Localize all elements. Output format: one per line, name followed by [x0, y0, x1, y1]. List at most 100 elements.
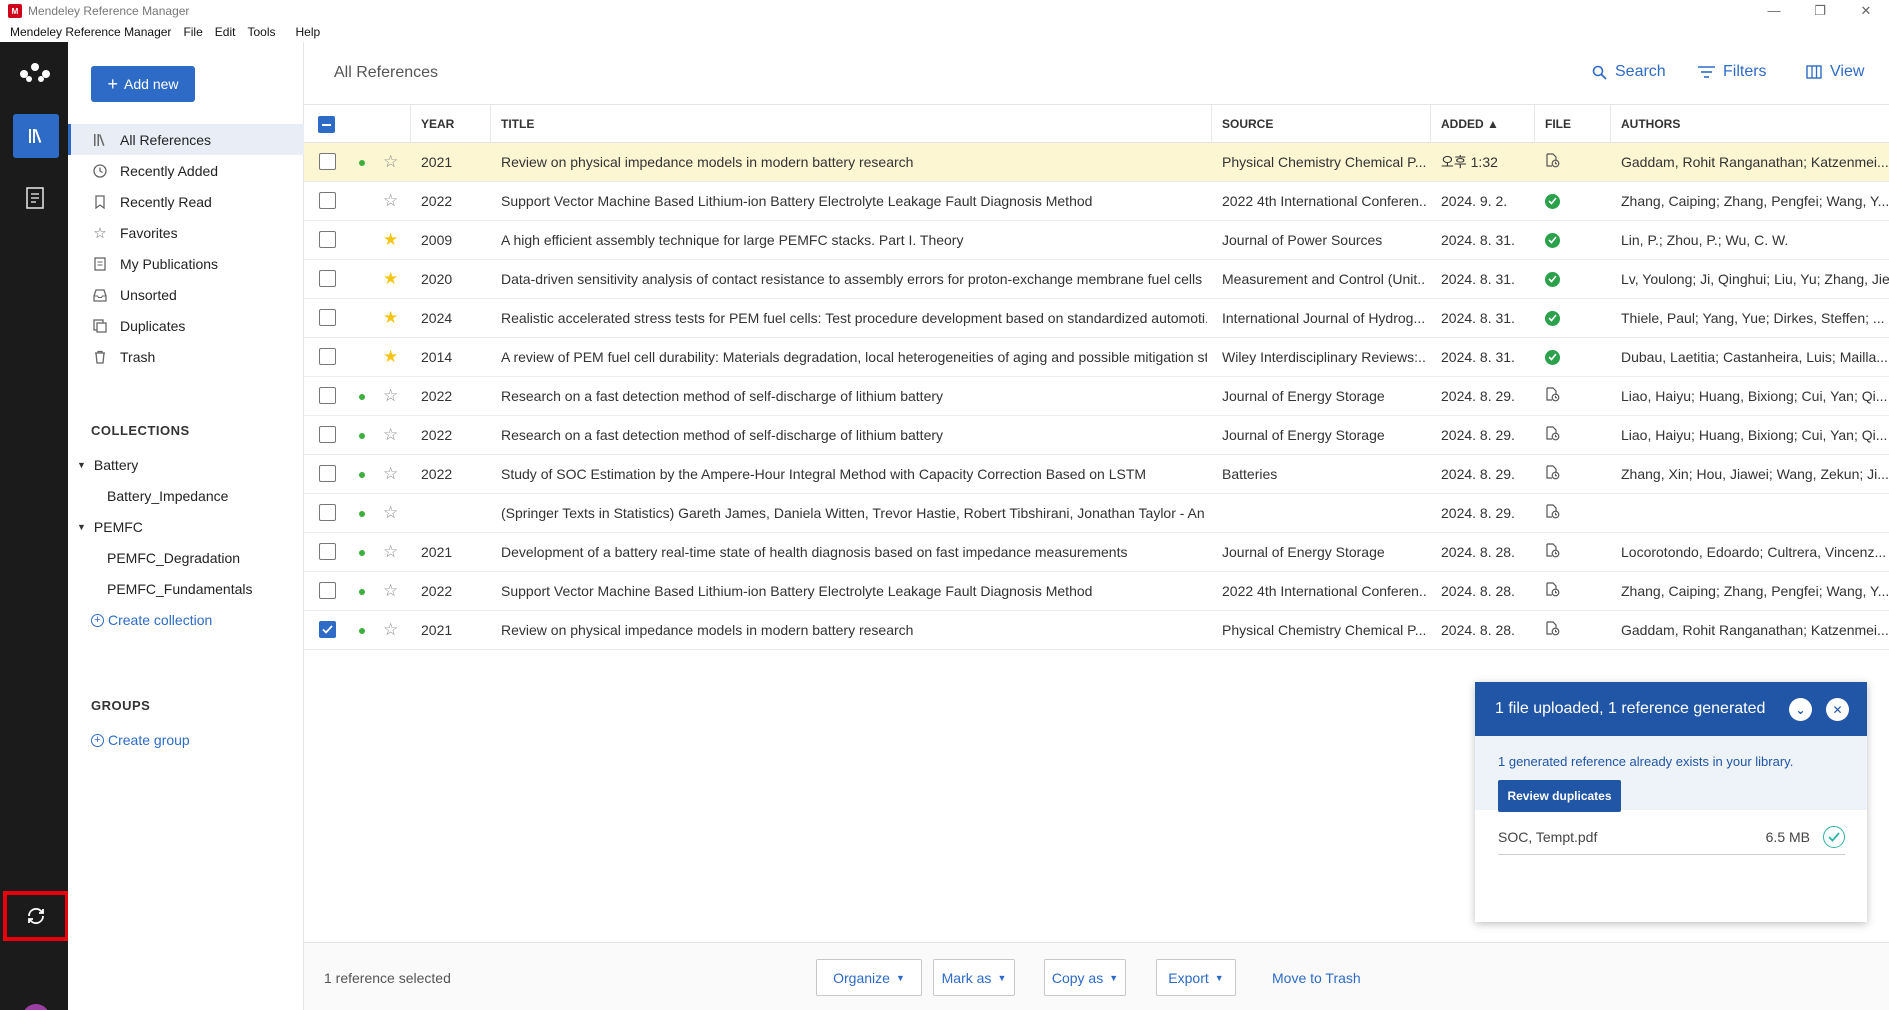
collection-pemfc-degradation[interactable]: PEMFC_Degradation	[68, 542, 304, 573]
row-file[interactable]	[1545, 611, 1605, 649]
table-row[interactable]: ☆ 2021 Review on physical impedance models…	[304, 611, 1889, 650]
favorite-star-icon[interactable]: ☆	[383, 504, 398, 521]
sidebar-item-recently-read[interactable]: Recently Read	[68, 186, 304, 217]
sidebar-item-duplicates[interactable]: Duplicates	[68, 310, 304, 341]
maximize-icon[interactable]: ❐	[1797, 0, 1843, 22]
library-nav-button[interactable]	[13, 114, 59, 158]
row-file[interactable]	[1545, 221, 1605, 259]
avatar[interactable]: HS	[22, 1004, 50, 1010]
column-year[interactable]: YEAR	[410, 105, 494, 143]
table-row[interactable]: ☆ 2022 Support Vector Machine Based Lithiu…	[304, 572, 1889, 611]
row-checkbox[interactable]	[319, 270, 336, 287]
collection-pemfc-fundamentals[interactable]: PEMFC_Fundamentals	[68, 573, 304, 604]
column-added[interactable]: ADDED ▲	[1430, 105, 1534, 143]
search-button[interactable]: Search	[1592, 63, 1666, 81]
row-checkbox[interactable]	[319, 543, 336, 560]
sync-button[interactable]	[3, 891, 69, 941]
export-button[interactable]: Export ▼	[1156, 959, 1236, 996]
favorite-star-icon[interactable]: ★	[383, 309, 398, 326]
row-checkbox[interactable]	[319, 231, 336, 248]
row-file[interactable]	[1545, 260, 1605, 298]
organize-button[interactable]: Organize ▼	[816, 959, 922, 996]
close-icon[interactable]: ✕	[1843, 0, 1889, 22]
table-row[interactable]: ★ 2009 A high efficient assembly technique…	[304, 221, 1889, 260]
favorite-star-icon[interactable]: ☆	[383, 153, 398, 170]
row-checkbox[interactable]	[319, 309, 336, 326]
row-file[interactable]	[1545, 455, 1605, 493]
review-duplicates-button[interactable]: Review duplicates	[1498, 780, 1621, 812]
table-row[interactable]: ☆ 2022 Study of SOC Estimation by the Ampe…	[304, 455, 1889, 494]
row-checkbox[interactable]	[319, 504, 336, 521]
collection-battery-impedance[interactable]: Battery_Impedance	[68, 480, 304, 511]
add-new-button[interactable]: + Add new	[91, 66, 195, 102]
table-row[interactable]: ☆ 2021 Review on physical impedance models…	[304, 143, 1889, 182]
column-authors[interactable]: AUTHORS	[1610, 105, 1889, 143]
view-button[interactable]: View	[1806, 63, 1864, 81]
row-file[interactable]	[1545, 143, 1605, 181]
row-checkbox[interactable]	[319, 387, 336, 404]
table-row[interactable]: ★ 2020 Data-driven sensitivity analysis of…	[304, 260, 1889, 299]
create-collection-link[interactable]: + Create collection	[91, 612, 212, 628]
row-file[interactable]	[1545, 377, 1605, 415]
favorite-star-icon[interactable]: ☆	[383, 465, 398, 482]
row-checkbox[interactable]	[319, 582, 336, 599]
caret-down-icon[interactable]: ▼	[77, 522, 86, 532]
row-file[interactable]	[1545, 494, 1605, 532]
sidebar-item-favorites[interactable]: ☆ Favorites	[68, 217, 304, 248]
row-checkbox[interactable]	[319, 153, 336, 170]
row-file[interactable]	[1545, 182, 1605, 220]
favorite-star-icon[interactable]: ★	[383, 270, 398, 287]
row-checkbox[interactable]	[319, 192, 336, 209]
row-checkbox[interactable]	[319, 621, 336, 638]
sidebar-item-trash[interactable]: Trash	[68, 341, 304, 372]
row-checkbox[interactable]	[319, 426, 336, 443]
select-all-checkbox[interactable]	[318, 116, 335, 133]
sidebar-item-my-publications[interactable]: My Publications	[68, 248, 304, 279]
sidebar-item-recently-added[interactable]: Recently Added	[68, 155, 304, 186]
row-file[interactable]	[1545, 533, 1605, 571]
mark-as-button[interactable]: Mark as ▼	[933, 959, 1015, 996]
collection-pemfc[interactable]: ▼ PEMFC	[68, 511, 304, 542]
copy-as-button[interactable]: Copy as ▼	[1044, 959, 1126, 996]
collection-battery[interactable]: ▼ Battery	[68, 449, 304, 480]
table-row[interactable]: ☆ 2021 Development of a battery real-time …	[304, 533, 1889, 572]
favorite-star-icon[interactable]: ☆	[383, 582, 398, 599]
row-file[interactable]	[1545, 299, 1605, 337]
mendeley-logo-icon[interactable]	[18, 60, 52, 84]
column-file[interactable]: FILE	[1534, 105, 1610, 143]
sidebar-item-unsorted[interactable]: Unsorted	[68, 279, 304, 310]
row-checkbox[interactable]	[319, 348, 336, 365]
favorite-star-icon[interactable]: ☆	[383, 621, 398, 638]
row-checkbox[interactable]	[319, 465, 336, 482]
menu-help[interactable]: Help	[295, 25, 320, 39]
move-to-trash-link[interactable]: Move to Trash	[1272, 970, 1361, 986]
favorite-star-icon[interactable]: ☆	[383, 387, 398, 404]
favorite-star-icon[interactable]: ☆	[383, 192, 398, 209]
close-icon[interactable]: ✕	[1826, 698, 1849, 721]
menu-edit[interactable]: Edit	[215, 25, 236, 39]
column-source[interactable]: SOURCE	[1211, 105, 1429, 143]
menu-tools[interactable]: Tools	[247, 25, 275, 39]
table-row[interactable]: ☆ 2022 Support Vector Machine Based Lithiu…	[304, 182, 1889, 221]
notebook-icon[interactable]	[22, 185, 48, 211]
favorite-star-icon[interactable]: ☆	[383, 426, 398, 443]
sidebar-item-all-references[interactable]: All References	[68, 124, 304, 155]
create-group-link[interactable]: + Create group	[91, 732, 190, 748]
favorite-star-icon[interactable]: ★	[383, 348, 398, 365]
caret-down-icon[interactable]: ▼	[77, 460, 86, 470]
row-file[interactable]	[1545, 416, 1605, 454]
menu-app[interactable]: Mendeley Reference Manager	[10, 25, 171, 39]
table-row[interactable]: ☆ (Springer Texts in Statistics) Gareth J…	[304, 494, 1889, 533]
table-row[interactable]: ★ 2024 Realistic accelerated stress tests …	[304, 299, 1889, 338]
favorite-star-icon[interactable]: ☆	[383, 543, 398, 560]
table-row[interactable]: ★ 2014 A review of PEM fuel cell durabilit…	[304, 338, 1889, 377]
filters-button[interactable]: Filters	[1698, 63, 1767, 81]
table-row[interactable]: ☆ 2022 Research on a fast detection method…	[304, 416, 1889, 455]
minimize-icon[interactable]: —	[1751, 0, 1797, 22]
row-file[interactable]	[1545, 572, 1605, 610]
table-row[interactable]: ☆ 2022 Research on a fast detection method…	[304, 377, 1889, 416]
column-title[interactable]: TITLE	[490, 105, 1090, 143]
collapse-chevron-icon[interactable]: ⌄	[1789, 698, 1812, 721]
row-file[interactable]	[1545, 338, 1605, 376]
menu-file[interactable]: File	[183, 25, 202, 39]
